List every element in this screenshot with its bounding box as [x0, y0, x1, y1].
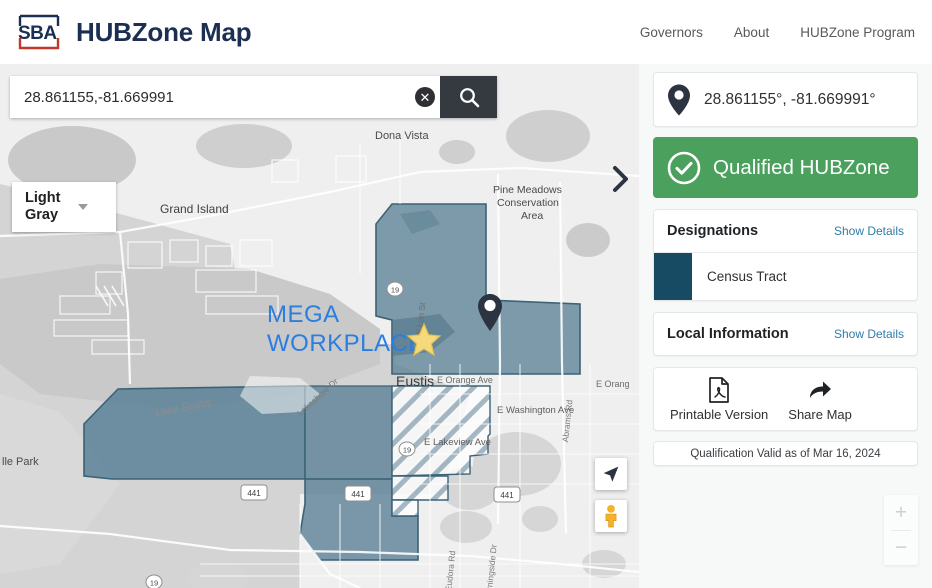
app-title: HUBZone Map: [76, 17, 251, 48]
share-map-label: Share Map: [788, 407, 852, 422]
designation-color-swatch: [654, 253, 692, 300]
zoom-out-button[interactable]: −: [884, 531, 918, 566]
coordinates-card: 28.861155°, -81.669991°: [653, 72, 918, 127]
zoom-in-button[interactable]: +: [884, 495, 918, 530]
nav-hubzone-program[interactable]: HUBZone Program: [800, 25, 915, 40]
location-pin-marker[interactable]: [475, 292, 505, 334]
designations-title: Designations: [667, 223, 758, 239]
local-information-card: Local Information Show Details: [653, 312, 918, 356]
app-header: SBA HUBZone Map Governors About HUBZone …: [0, 0, 932, 64]
locate-arrow-icon: [600, 463, 622, 485]
route-shield-19-a: 19: [386, 281, 404, 297]
clear-icon[interactable]: ✕: [415, 87, 435, 107]
svg-text:19: 19: [150, 579, 158, 588]
basemap-label-line1: Light: [25, 190, 78, 207]
share-arrow-icon: [806, 376, 834, 404]
brand-logo-group[interactable]: SBA HUBZone Map: [14, 12, 251, 52]
search-bar: ✕: [10, 76, 497, 118]
sba-logo-icon: SBA: [14, 12, 64, 52]
qualified-hubzone-label: Qualified HUBZone: [713, 156, 890, 180]
route-shield-19-c: 19: [145, 574, 163, 588]
designations-header: Designations Show Details: [654, 210, 917, 252]
star-marker-icon[interactable]: [406, 322, 442, 358]
route-shield-441-a: 441: [240, 484, 268, 501]
basemap-selector-label: Light Gray: [12, 190, 78, 224]
basemap-selector[interactable]: Light Gray: [12, 182, 116, 232]
local-information-header: Local Information Show Details: [654, 313, 917, 355]
svg-text:SBA: SBA: [18, 23, 57, 44]
local-information-title: Local Information: [667, 326, 789, 342]
route-shield-441-b: 441: [344, 485, 372, 502]
local-information-show-details-link[interactable]: Show Details: [834, 327, 904, 341]
chevron-right-icon: [610, 164, 632, 194]
designation-label: Census Tract: [692, 253, 787, 300]
designations-card: Designations Show Details Census Tract: [653, 209, 918, 301]
zoom-controls: + −: [884, 495, 918, 565]
nav-about[interactable]: About: [734, 25, 769, 40]
printable-version-label: Printable Version: [670, 407, 768, 422]
locate-button[interactable]: [595, 458, 627, 490]
street-view-pegman-button[interactable]: [595, 500, 627, 532]
map-actions-card: Printable Version Share Map: [653, 367, 918, 431]
designation-row-census-tract[interactable]: Census Tract: [654, 253, 917, 300]
pegman-street-view-icon: [600, 504, 622, 528]
check-circle-icon: [667, 151, 701, 185]
collapse-panel-button[interactable]: [604, 160, 638, 198]
chevron-down-icon: [78, 204, 88, 210]
basemap-label-line2: Gray: [25, 207, 78, 224]
search-button[interactable]: [440, 76, 497, 118]
search-input[interactable]: [10, 76, 440, 118]
share-map-action[interactable]: Share Map: [780, 376, 860, 422]
designations-show-details-link[interactable]: Show Details: [834, 224, 904, 238]
printable-version-action[interactable]: Printable Version: [662, 376, 776, 422]
svg-text:441: 441: [247, 489, 261, 498]
map-graphics: [0, 64, 639, 588]
pdf-file-icon: [706, 376, 732, 404]
map-canvas[interactable]: Dona Vista Grand Island Pine Meadows Con…: [0, 64, 639, 588]
map-pin-icon: [666, 83, 692, 117]
svg-text:19: 19: [391, 286, 399, 295]
nav-governors[interactable]: Governors: [640, 25, 703, 40]
hubzone-map-app: SBA HUBZone Map Governors About HUBZone …: [0, 0, 932, 588]
qualification-validity-card: Qualification Valid as of Mar 16, 2024: [653, 441, 918, 466]
route-shield-441-c: 441: [493, 486, 521, 503]
header-nav: Governors About HUBZone Program: [640, 25, 915, 40]
qualification-validity-text: Qualification Valid as of Mar 16, 2024: [690, 448, 880, 460]
route-shield-19-b: 19: [398, 441, 416, 457]
svg-text:19: 19: [403, 446, 411, 455]
svg-text:441: 441: [351, 490, 365, 499]
search-icon: [457, 85, 481, 109]
qualified-hubzone-banner: Qualified HUBZone: [653, 137, 918, 198]
coordinates-text: 28.861155°, -81.669991°: [704, 91, 876, 109]
svg-text:441: 441: [500, 491, 514, 500]
